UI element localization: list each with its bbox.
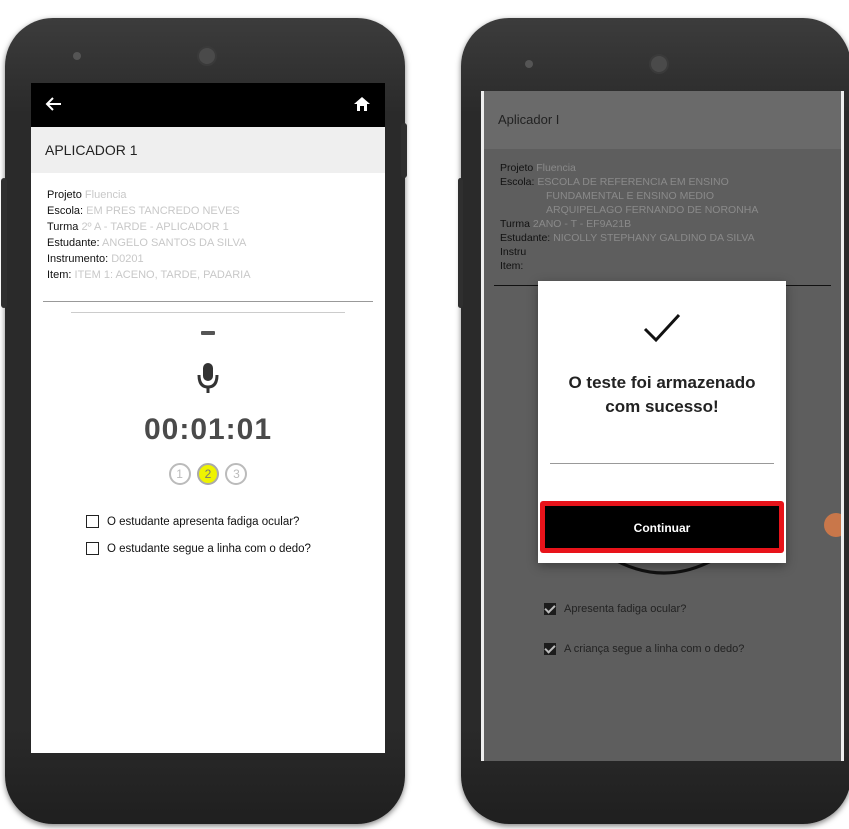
speaker-dot: [73, 52, 81, 60]
screen-left: APLICADOR 1 Projeto Fluencia Escola: EM …: [31, 83, 385, 753]
divider: [43, 301, 373, 302]
continue-button-highlight: Continuar: [540, 501, 784, 553]
checkbox-fadiga[interactable]: O estudante apresenta fadiga ocular?: [86, 515, 385, 528]
info-row-projeto: Projeto Fluencia: [47, 189, 127, 201]
info-row-turma: Turma 2º A - TARDE - APLICADOR 1: [47, 221, 229, 233]
checkbox-linha[interactable]: O estudante segue a linha com o dedo?: [86, 542, 385, 555]
step-2-active[interactable]: 2: [197, 463, 219, 485]
info-row-estudante: Estudante: NICOLLY STEPHANY GALDINO DA S…: [500, 232, 755, 244]
checkbox-label: Apresenta fadiga ocular?: [564, 603, 687, 615]
info-row-escola: Escola: ESCOLA DE REFERENCIA EM ENSINO: [500, 176, 729, 188]
app-bar: [31, 83, 385, 127]
info-block: Projeto Fluencia Escola: ESCOLA DE REFER…: [484, 149, 841, 285]
page-title: Aplicador I: [484, 91, 841, 149]
phone-right: Aplicador I Projeto Fluencia Escola: ESC…: [458, 18, 849, 824]
info-row-turma: Turma 2ANO - T - EF9A21B: [500, 218, 632, 230]
continue-button[interactable]: Continuar: [545, 506, 779, 548]
phone-left: APLICADOR 1 Projeto Fluencia Escola: EM …: [1, 18, 407, 824]
checkbox-label: O estudante segue a linha com o dedo?: [107, 542, 311, 555]
success-dialog: O teste foi armazenado com sucesso! Cont…: [538, 281, 786, 563]
step-1[interactable]: 1: [168, 463, 191, 485]
checkbox-linha[interactable]: A criança segue a linha com o dedo?: [544, 643, 744, 655]
checkbox-label: A criança segue a linha com o dedo?: [564, 643, 745, 655]
checkmark-icon: [643, 313, 681, 343]
back-arrow-icon[interactable]: [45, 95, 63, 113]
dialog-message: O teste foi armazenado com sucesso!: [568, 373, 756, 416]
info-row-item: Item: ITEM 1: ACENO, TARDE, PADARIA: [47, 269, 251, 281]
screen-right: Aplicador I Projeto Fluencia Escola: ESC…: [481, 91, 844, 761]
volume-button: [1, 178, 7, 308]
checkbox-box[interactable]: [86, 542, 99, 555]
volume-button: [458, 178, 463, 308]
speaker-dot: [525, 60, 533, 68]
info-block: Projeto Fluencia Escola: EM PRES TANCRED…: [31, 173, 385, 289]
info-row-instrumento: Instru: [500, 246, 527, 258]
info-row-escola-line3: ARQUIPELAGO FERNANDO DE NORONHA: [546, 204, 759, 216]
info-row-escola: Escola: EM PRES TANCREDO NEVES: [47, 205, 240, 217]
info-row-item: Item:: [500, 260, 524, 272]
dialog-divider: [550, 463, 774, 464]
camera-icon: [649, 54, 669, 74]
camera-icon: [197, 46, 217, 66]
home-icon[interactable]: [353, 95, 371, 113]
info-row-projeto: Projeto Fluencia: [500, 162, 576, 174]
checkbox-box[interactable]: [86, 515, 99, 528]
info-row-estudante: Estudante: ANGELO SANTOS DA SILVA: [47, 237, 247, 249]
checkbox-fadiga[interactable]: Apresenta fadiga ocular?: [544, 603, 686, 615]
power-button: [401, 123, 407, 178]
checkbox-label: O estudante apresenta fadiga ocular?: [107, 515, 300, 528]
info-row-instrumento: Instrumento: D0201: [47, 253, 144, 265]
checkbox-checked[interactable]: [544, 643, 556, 655]
divider-secondary: [71, 312, 345, 313]
timer-display: 00:01:01: [143, 413, 273, 446]
microphone-icon[interactable]: [196, 361, 220, 395]
record-button-edge[interactable]: [824, 513, 841, 537]
page-title: APLICADOR 1: [31, 127, 385, 173]
status-dash: [201, 331, 215, 335]
step-3[interactable]: 3: [225, 463, 248, 485]
step-indicator: 1 2 3: [31, 463, 385, 485]
info-row-escola-line2: FUNDAMENTAL E ENSINO MEDIO: [546, 190, 715, 202]
checkbox-checked[interactable]: [544, 603, 556, 615]
